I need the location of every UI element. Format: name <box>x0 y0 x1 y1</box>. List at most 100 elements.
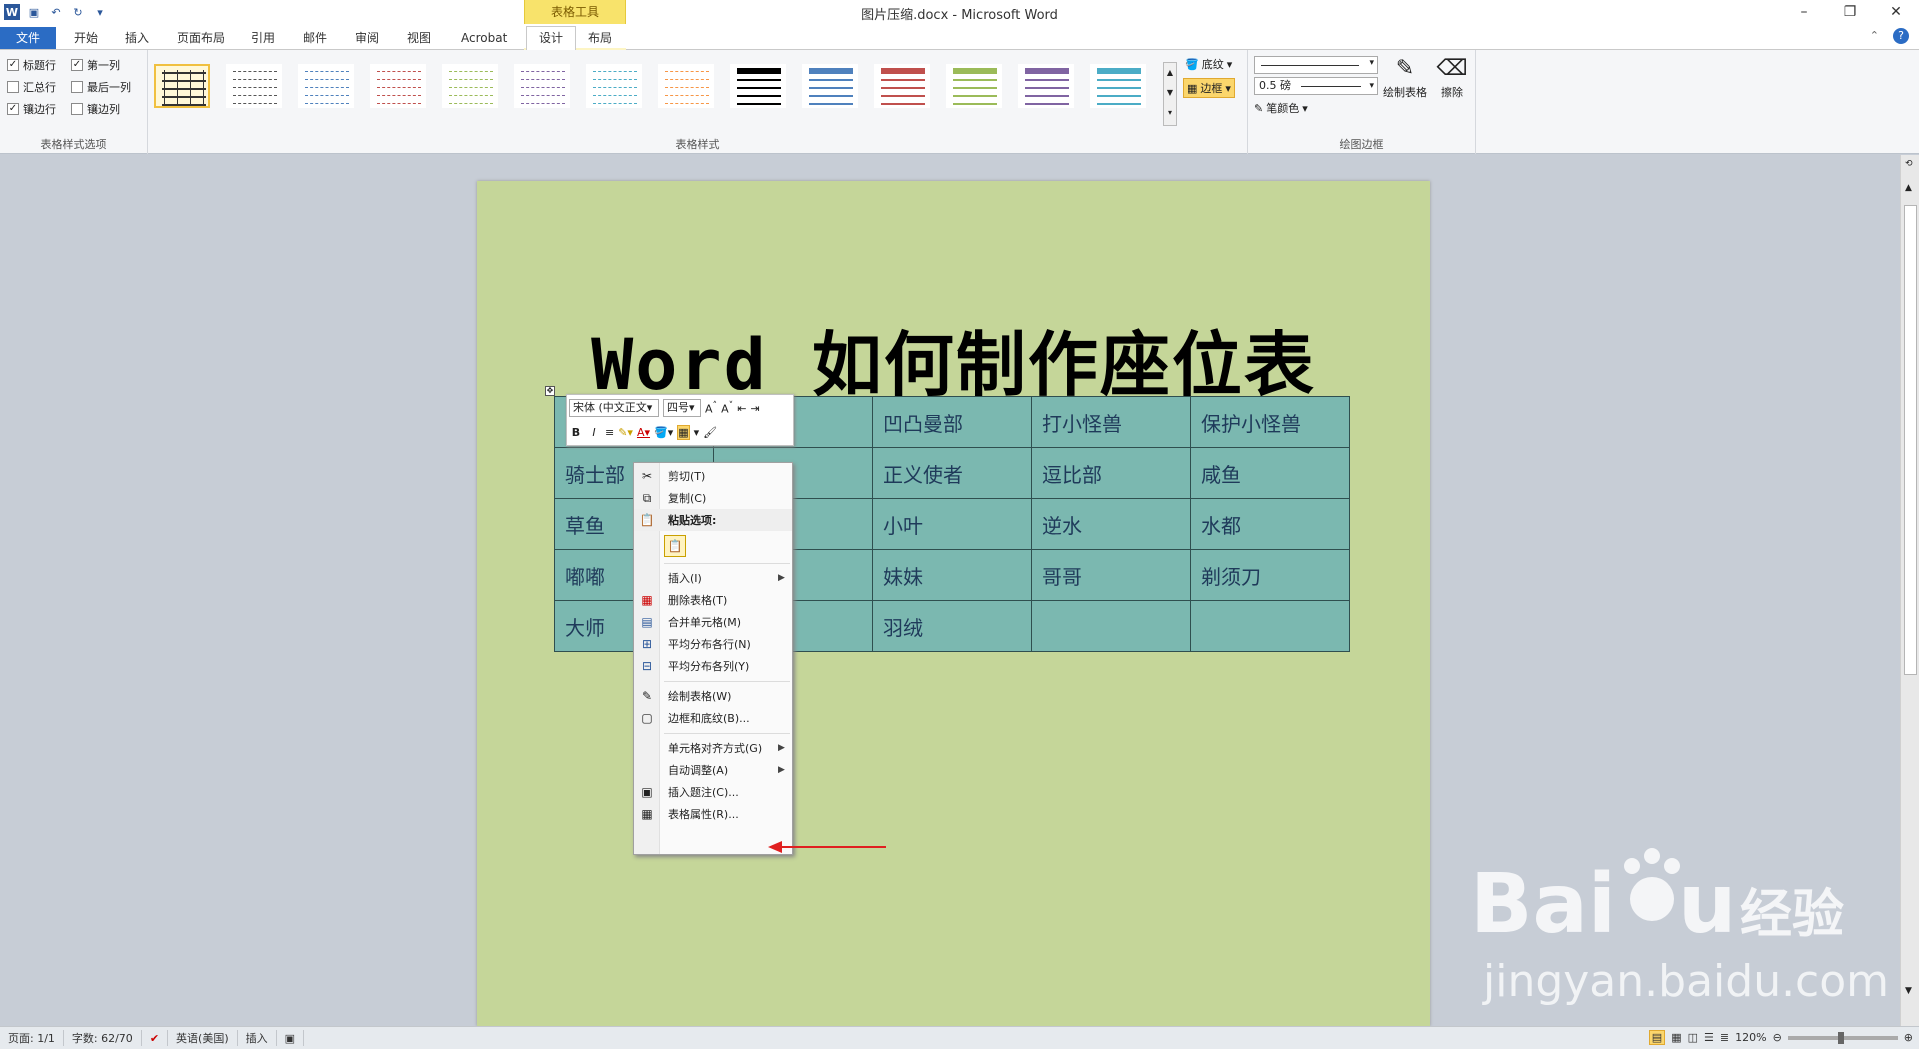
table-style-tile[interactable] <box>586 64 642 108</box>
increase-indent-icon[interactable]: ⇥ <box>750 402 759 415</box>
status-page[interactable]: 页面: 1/1 <box>0 1030 64 1046</box>
table-cell[interactable]: 保护小怪兽 <box>1190 396 1350 448</box>
tab-file[interactable]: 文件 <box>0 27 56 49</box>
first-column-checkbox[interactable]: ✓ 第一列 <box>71 57 120 73</box>
table-cell[interactable]: 小叶 <box>872 498 1032 550</box>
shrink-font-icon[interactable]: A˅ <box>721 400 733 416</box>
close-button[interactable]: ✕ <box>1873 0 1919 24</box>
menu-item-copy[interactable]: ⧉ 复制(C) <box>634 487 792 509</box>
menu-item-table-properties[interactable]: ▦ 表格属性(R)... <box>634 803 792 825</box>
zoom-out-icon[interactable]: ⊖ <box>1773 1031 1782 1044</box>
table-style-tile[interactable] <box>442 64 498 108</box>
zoom-in-icon[interactable]: ⊕ <box>1904 1031 1913 1044</box>
outline-view-icon[interactable]: ☰ <box>1704 1031 1714 1044</box>
table-style-tile[interactable] <box>1018 64 1074 108</box>
draft-view-icon[interactable]: ≣ <box>1720 1031 1729 1044</box>
status-insert-mode[interactable]: 插入 <box>238 1030 277 1046</box>
paste-keep-format-icon[interactable]: 📋 <box>664 535 686 557</box>
ruler-toggle-icon[interactable]: ⟲ <box>1905 159 1913 169</box>
table-cell[interactable]: 凹凸曼部 <box>872 396 1032 448</box>
table-cell[interactable]: 剃须刀 <box>1190 549 1350 601</box>
header-row-checkbox[interactable]: ✓ 标题行 <box>7 57 56 73</box>
help-icon[interactable]: ? <box>1893 28 1909 44</box>
font-size-select[interactable]: 四号 ▾ <box>663 399 701 417</box>
tab-references[interactable]: 引用 <box>239 27 287 49</box>
borders-button[interactable]: ▦ 边框 ▾ <box>1183 78 1235 98</box>
banded-rows-checkbox[interactable]: ✓ 镶边行 <box>7 101 56 117</box>
table-style-tile[interactable] <box>730 64 786 108</box>
format-painter-icon[interactable]: 🖌 <box>703 426 717 439</box>
highlight-icon[interactable]: ✎▾ <box>618 426 633 439</box>
status-language[interactable]: 英语(美国) <box>168 1030 238 1046</box>
web-layout-view-icon[interactable]: ◫ <box>1688 1031 1698 1044</box>
table-cell[interactable] <box>1190 600 1350 652</box>
table-cell[interactable]: 逗比部 <box>1031 447 1191 499</box>
menu-item-distribute-rows[interactable]: ⊞ 平均分布各行(N) <box>634 633 792 655</box>
menu-item-insert[interactable]: 插入(I) ▶ <box>634 567 792 589</box>
decrease-indent-icon[interactable]: ⇤ <box>737 402 746 415</box>
total-row-checkbox[interactable]: 汇总行 <box>7 79 56 95</box>
scroll-down-icon[interactable]: ▼ <box>1905 986 1912 996</box>
menu-item-insert-caption[interactable]: ▣ 插入题注(C)... <box>634 781 792 803</box>
table-style-tile[interactable] <box>1090 64 1146 108</box>
restore-button[interactable]: ❐ <box>1827 0 1873 24</box>
document-page[interactable]: Word 如何制作座位表 ✥ 凹凸曼部 打小怪兽 保护小怪兽 骑士部 正义使者 逗比部 咸鱼… <box>477 181 1430 1026</box>
vertical-scrollbar[interactable]: ⟲ ▲ ▼ <box>1900 155 1919 1026</box>
table-style-tile[interactable] <box>946 64 1002 108</box>
menu-item-cell-alignment[interactable]: 单元格对齐方式(G) ▶ <box>634 737 792 759</box>
last-column-checkbox[interactable]: 最后一列 <box>71 79 131 95</box>
table-move-handle[interactable]: ✥ <box>545 386 555 396</box>
tab-mailings[interactable]: 邮件 <box>291 27 339 49</box>
menu-item-distribute-columns[interactable]: ⊟ 平均分布各列(Y) <box>634 655 792 677</box>
full-screen-view-icon[interactable]: ▦ <box>1671 1031 1681 1044</box>
font-color-icon[interactable]: A▾ <box>637 426 650 439</box>
tab-acrobat[interactable]: Acrobat <box>449 27 519 49</box>
shading-icon[interactable]: 🪣▾ <box>654 426 673 439</box>
table-cell[interactable]: 哥哥 <box>1031 549 1191 601</box>
bold-button[interactable]: B <box>569 426 583 439</box>
table-cell[interactable]: 妹妹 <box>872 549 1032 601</box>
draw-table-button[interactable]: ✎ 绘制表格 <box>1380 56 1430 100</box>
table-style-tile[interactable] <box>514 64 570 108</box>
eraser-button[interactable]: ⌫ 擦除 <box>1434 56 1470 100</box>
line-style-dropdown[interactable]: ▾ <box>1254 56 1378 74</box>
menu-item-delete-table[interactable]: ▦ 删除表格(T) <box>634 589 792 611</box>
print-layout-view-icon[interactable]: ▤ <box>1648 1030 1666 1045</box>
italic-button[interactable]: I <box>587 426 601 439</box>
borders-icon[interactable]: ▦ <box>677 424 690 440</box>
center-align-icon[interactable]: ≡ <box>605 426 614 439</box>
table-style-tile[interactable] <box>226 64 282 108</box>
tab-page-layout[interactable]: 页面布局 <box>165 27 237 49</box>
tab-home[interactable]: 开始 <box>62 27 110 49</box>
grow-font-icon[interactable]: A˄ <box>705 400 717 416</box>
table-style-tile[interactable] <box>658 64 714 108</box>
tab-insert[interactable]: 插入 <box>113 27 161 49</box>
table-style-tile[interactable] <box>370 64 426 108</box>
status-word-count[interactable]: 字数: 62/70 <box>64 1030 142 1046</box>
menu-item-cut[interactable]: ✂ 剪切(T) <box>634 465 792 487</box>
font-name-select[interactable]: 宋体 (中文正文 ▾ <box>569 399 659 417</box>
scroll-thumb[interactable] <box>1904 205 1917 675</box>
table-cell[interactable]: 水都 <box>1190 498 1350 550</box>
table-style-tile[interactable] <box>154 64 210 108</box>
macro-record-icon[interactable]: ▣ <box>277 1030 305 1046</box>
table-style-tile[interactable] <box>298 64 354 108</box>
proofing-icon[interactable]: ✔ <box>142 1030 169 1046</box>
table-style-tile[interactable] <box>802 64 858 108</box>
table-cell[interactable]: 咸鱼 <box>1190 447 1350 499</box>
tab-design[interactable]: 设计 <box>526 26 577 50</box>
menu-item-merge-cells[interactable]: ▤ 合并单元格(M) <box>634 611 792 633</box>
table-cell[interactable]: 逆水 <box>1031 498 1191 550</box>
minimize-button[interactable]: – <box>1781 0 1827 24</box>
menu-item-draw-table[interactable]: ✎ 绘制表格(W) <box>634 685 792 707</box>
line-weight-dropdown[interactable]: 0.5 磅 ▾ <box>1254 77 1378 95</box>
zoom-level[interactable]: 120% <box>1735 1031 1766 1044</box>
tab-review[interactable]: 审阅 <box>343 27 391 49</box>
table-cell[interactable]: 羽绒 <box>872 600 1032 652</box>
ribbon-minimize-icon[interactable]: ⌃ <box>1870 29 1879 42</box>
table-cell[interactable]: 正义使者 <box>872 447 1032 499</box>
scroll-up-icon[interactable]: ▲ <box>1905 183 1912 193</box>
zoom-slider[interactable] <box>1787 1031 1898 1044</box>
menu-item-autofit[interactable]: 自动调整(A) ▶ <box>634 759 792 781</box>
banded-columns-checkbox[interactable]: 镶边列 <box>71 101 120 117</box>
